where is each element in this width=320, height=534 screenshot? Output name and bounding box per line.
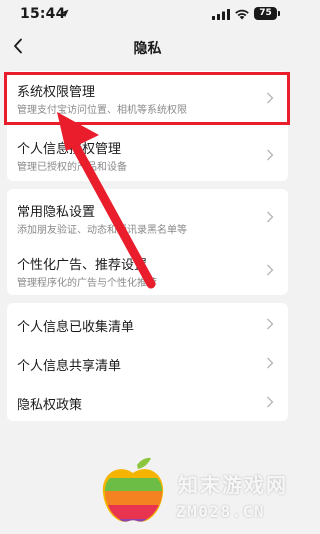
system-permissions-row[interactable]: 系统权限管理 管理支付宝访问位置、相机等系统权限 [7, 71, 288, 126]
row-subtitle: 管理已授权的产品和设备 [17, 162, 127, 173]
chevron-right-icon [267, 92, 274, 104]
settings-card-privacy: 常用隐私设置 添加朋友验证、动态和通讯录黑名单等 个性化广告、推荐设置 管理程序… [7, 189, 288, 295]
row-title: 隐私权政策 [17, 398, 83, 413]
row-title: 个人信息共享清单 [17, 359, 122, 374]
cellular-signal-icon [212, 9, 230, 20]
status-bar: 15:44 75 [0, 0, 295, 28]
row-subtitle: 添加朋友验证、动态和通讯录黑名单等 [17, 225, 187, 236]
row-title: 常用隐私设置 [17, 205, 96, 220]
collected-info-list-row[interactable]: 个人信息已收集清单 [7, 303, 288, 342]
wifi-icon [235, 9, 249, 20]
nav-bar: 隐私 [0, 30, 295, 64]
watermark-text: 知末游戏网 [178, 473, 288, 497]
personalized-ads-settings-row[interactable]: 个性化广告、推荐设置 管理程序化的广告与个性化推荐 [7, 242, 288, 295]
settings-card-lists: 个人信息已收集清单 个人信息共享清单 隐私权政策 [7, 303, 288, 421]
watermark-domain: ZM028.CN [176, 502, 266, 521]
row-title: 系统权限管理 [17, 85, 96, 100]
battery-level: 75 [259, 8, 272, 18]
shared-info-list-row[interactable]: 个人信息共享清单 [7, 342, 288, 381]
battery-cap [278, 11, 280, 16]
row-title: 个性化广告、推荐设置 [17, 258, 148, 273]
status-time: 15:44 [20, 6, 66, 22]
location-arrow-icon [60, 9, 69, 18]
personal-info-authorization-row[interactable]: 个人信息授权管理 管理已授权的产品和设备 [7, 126, 288, 181]
watermark-apple-logo-icon [102, 457, 164, 522]
chevron-right-icon [267, 211, 274, 223]
row-title: 个人信息授权管理 [17, 142, 122, 157]
chevron-right-icon [267, 149, 274, 161]
chevron-right-icon [267, 318, 274, 330]
row-subtitle: 管理程序化的广告与个性化推荐 [17, 278, 157, 289]
page-title: 隐私 [133, 41, 162, 57]
privacy-policy-row[interactable]: 隐私权政策 [7, 381, 288, 421]
chevron-right-icon [267, 396, 274, 408]
row-title: 个人信息已收集清单 [17, 320, 135, 335]
common-privacy-settings-row[interactable]: 常用隐私设置 添加朋友验证、动态和通讯录黑名单等 [7, 189, 288, 242]
chevron-right-icon [267, 264, 274, 276]
chevron-right-icon [267, 357, 274, 369]
battery-icon: 75 [254, 7, 277, 20]
settings-card-permissions: 系统权限管理 管理支付宝访问位置、相机等系统权限 个人信息授权管理 管理已授权的… [7, 71, 288, 181]
row-subtitle: 管理支付宝访问位置、相机等系统权限 [17, 105, 187, 116]
